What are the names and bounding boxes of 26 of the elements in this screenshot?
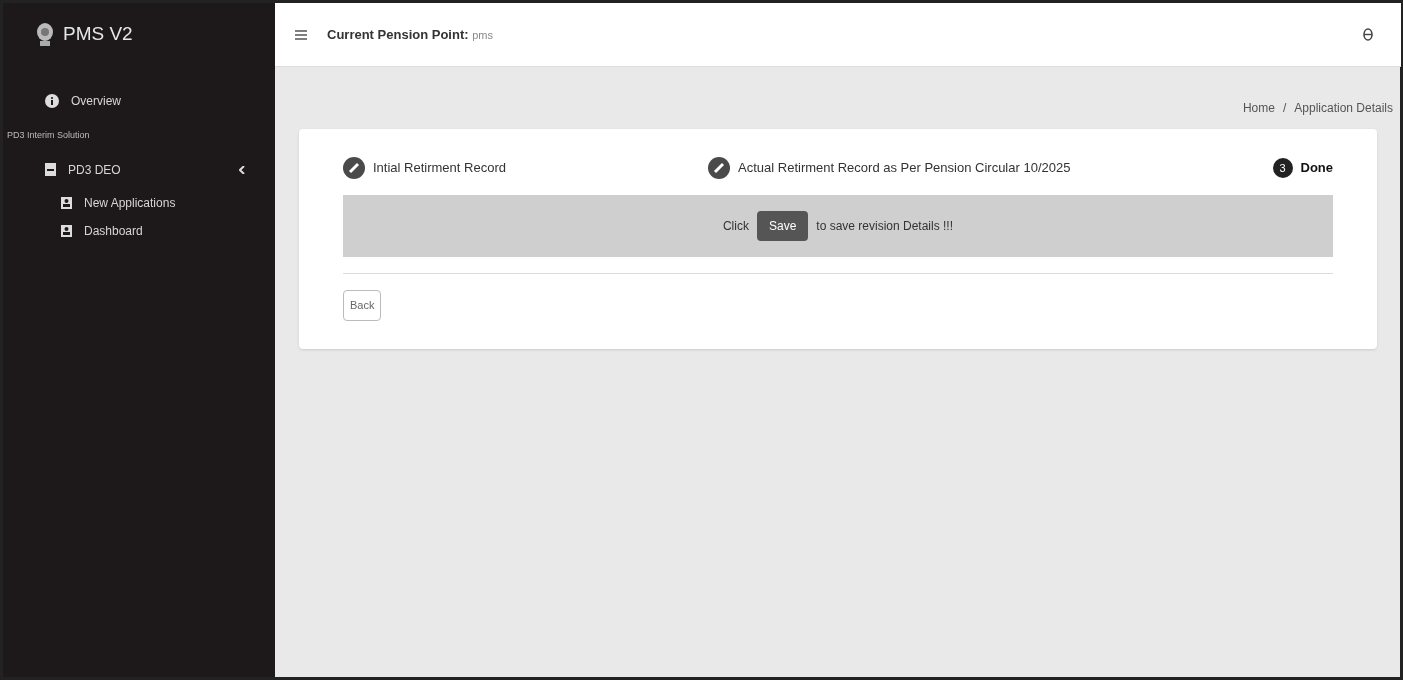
user-box-icon — [61, 196, 72, 209]
nav-sub-item[interactable]: Dashboard — [3, 216, 275, 245]
breadcrumb-link[interactable]: Application Details — [1294, 99, 1393, 117]
step-label: Done — [1300, 159, 1333, 178]
nav-link[interactable]: Overview — [3, 81, 275, 121]
info-icon — [45, 94, 59, 108]
nav-sub-item[interactable]: New Applications — [3, 188, 275, 217]
book-icon — [45, 163, 56, 176]
step-number: 3 — [1272, 158, 1293, 178]
user-box-icon — [61, 224, 72, 237]
step-label: Actual Retirment Record as Per Pension Circular 10/2025 — [738, 159, 1071, 178]
step-label: Intial Retirment Record — [373, 159, 506, 178]
emblem-icon — [35, 21, 55, 47]
message-text: Click — [722, 218, 749, 235]
breadcrumb-separator: / — [1281, 100, 1288, 117]
save-button[interactable]: Save — [756, 211, 809, 241]
menu-icon[interactable] — [295, 29, 307, 40]
breadcrumb-link[interactable]: Home — [1242, 99, 1275, 117]
user-icon[interactable] — [1363, 28, 1373, 41]
back-button[interactable]: Back — [343, 290, 382, 321]
nav-group[interactable]: PD3 DEO — [3, 150, 275, 189]
message-text: to save revision Details !!! — [816, 218, 954, 235]
brand-title: PMS V2 — [63, 21, 133, 46]
nav-section-header: PD3 Interim Solution — [6, 129, 91, 142]
chevron-icon — [239, 165, 245, 174]
pension-point-text: Current Pension Point: pms — [327, 25, 493, 44]
